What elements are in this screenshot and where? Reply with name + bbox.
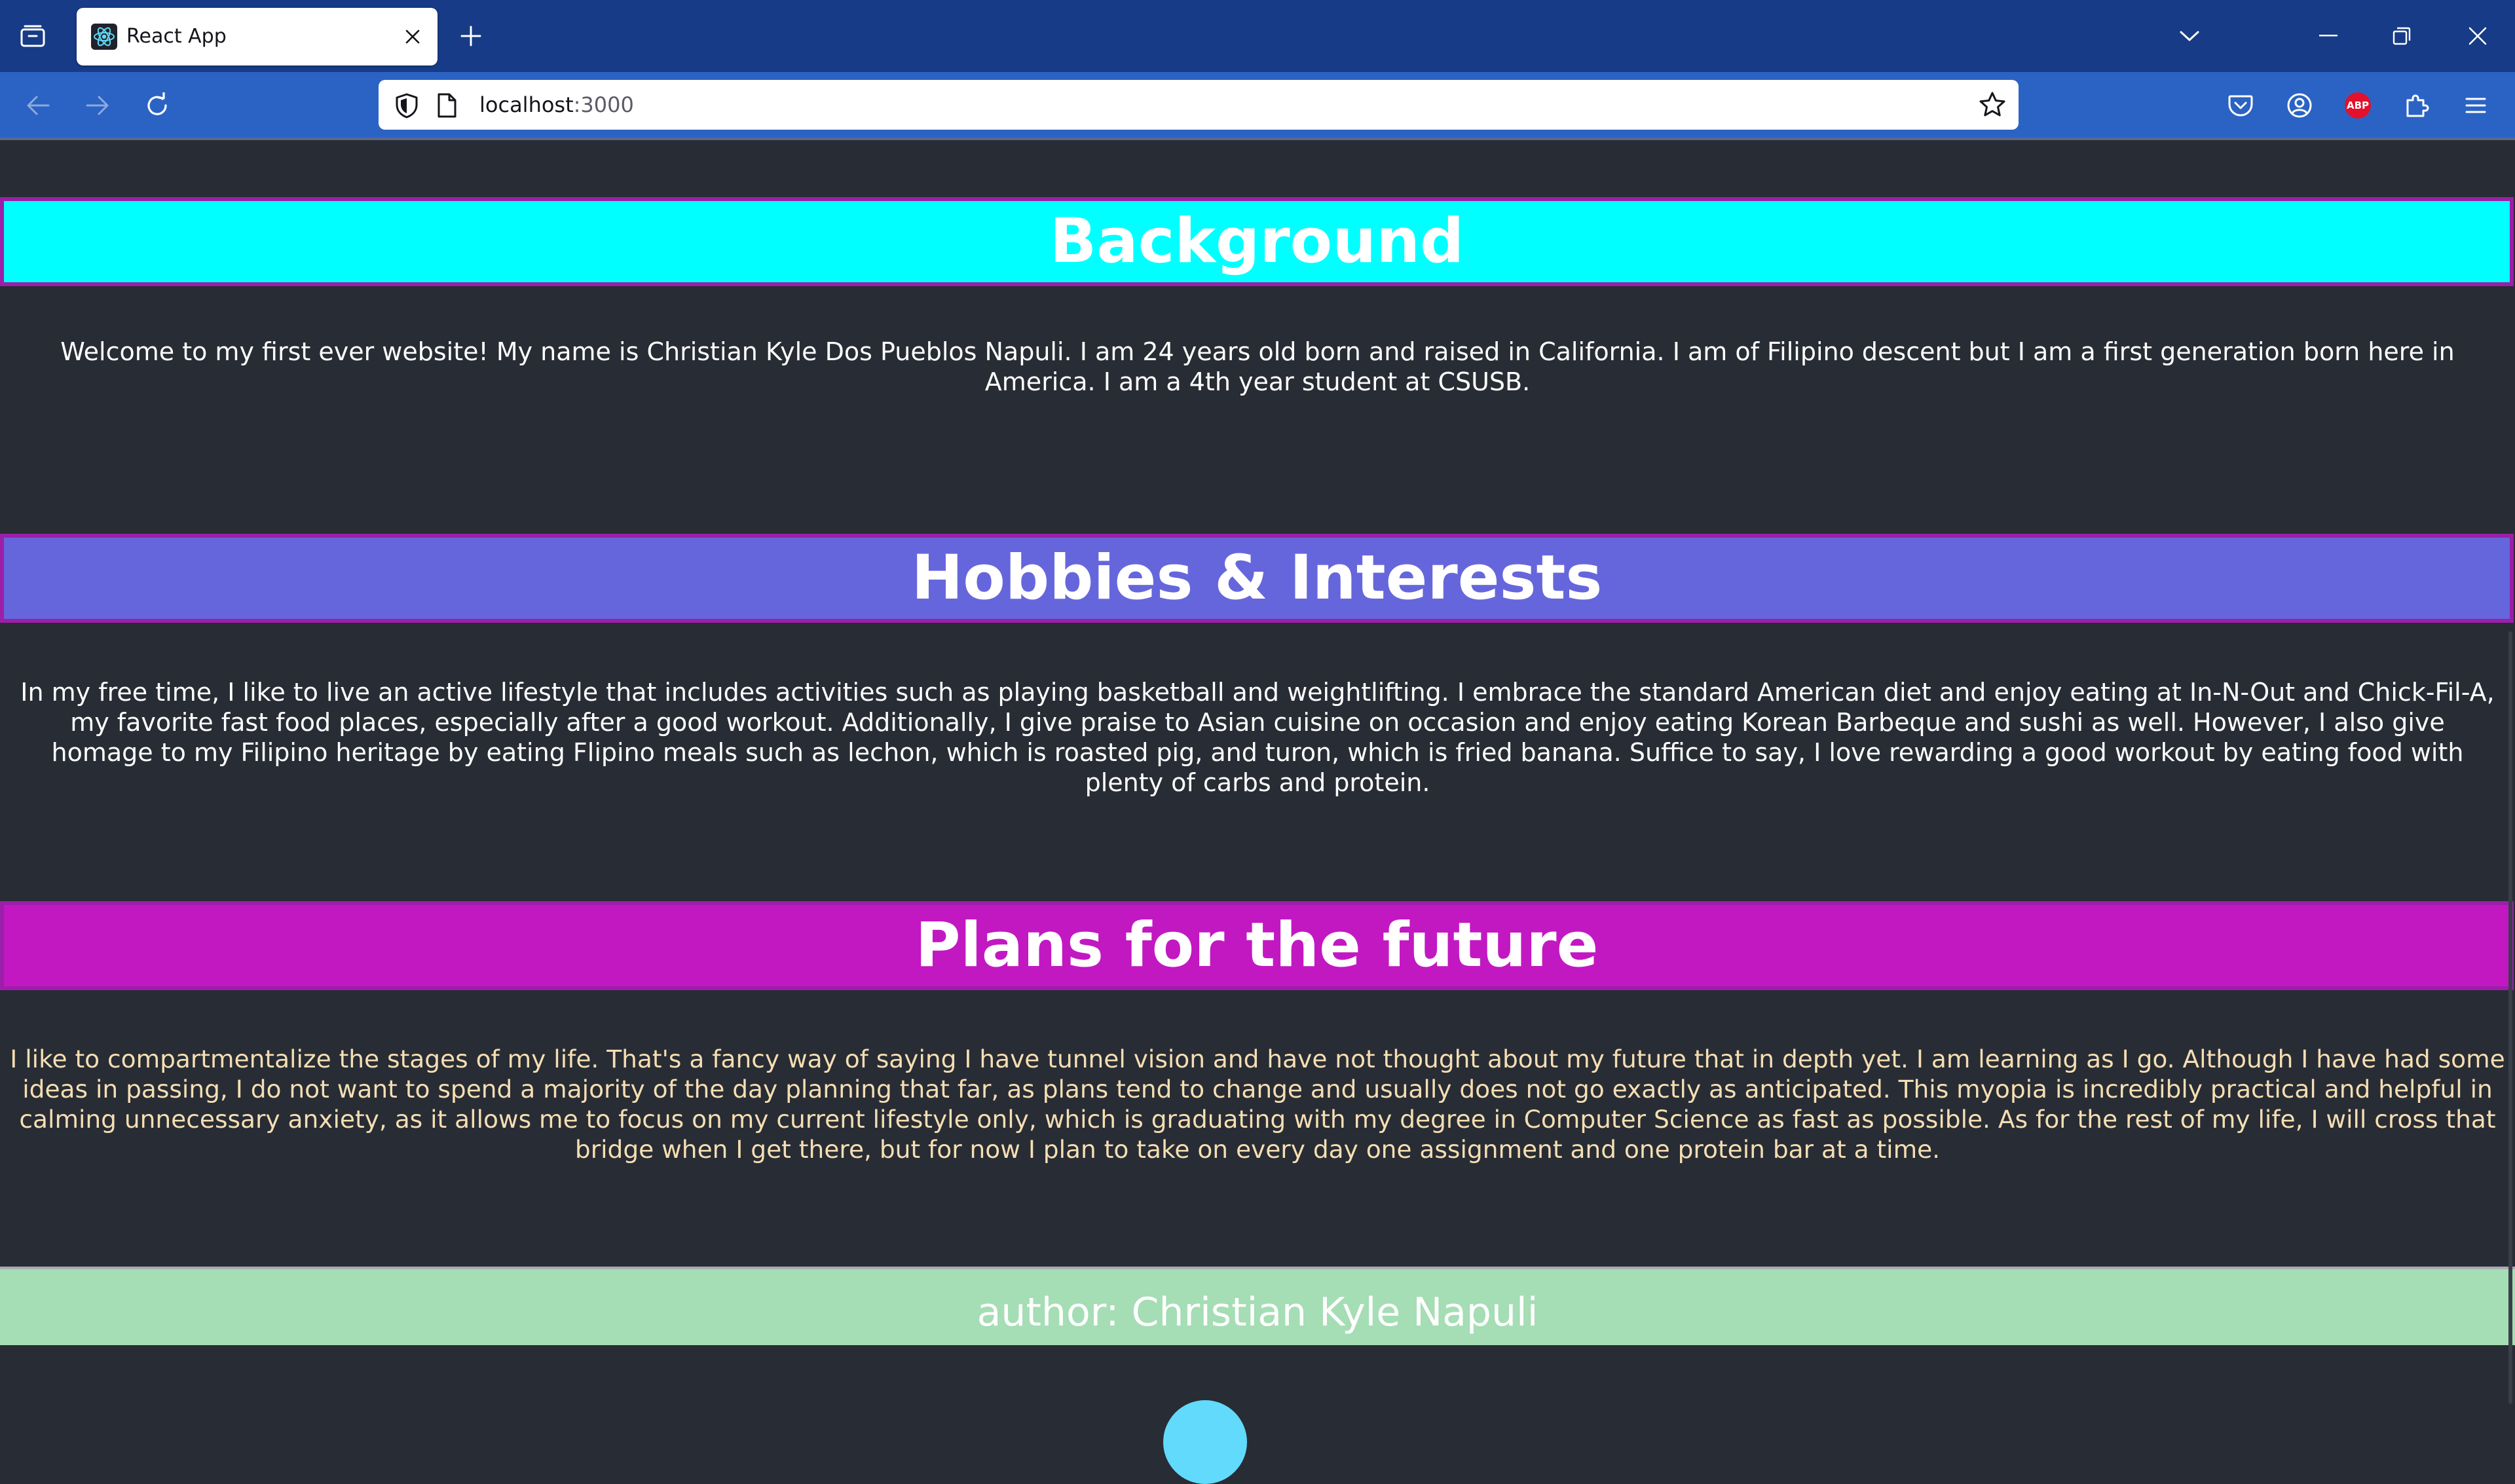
- background-text: Welcome to my first ever website! My nam…: [60, 337, 2455, 396]
- arrow-right-icon[interactable]: [80, 88, 115, 123]
- chevron-down-icon[interactable]: [2173, 20, 2206, 52]
- footer-author: author: Christian Kyle Napuli: [977, 1289, 1538, 1335]
- shield-icon[interactable]: [393, 92, 420, 119]
- url-host: localhost: [479, 92, 574, 117]
- future-plans-header: Plans for the future: [0, 901, 2514, 990]
- restore-window-icon[interactable]: [2385, 20, 2418, 52]
- url-text: localhost:3000: [479, 80, 634, 130]
- future-plans-heading: Plans for the future: [915, 910, 1599, 981]
- react-logo-icon: [91, 24, 117, 50]
- close-window-icon[interactable]: [2461, 20, 2494, 52]
- minimize-window-icon[interactable]: [2312, 20, 2345, 52]
- tab-bar: React App: [0, 0, 2515, 72]
- url-bar[interactable]: localhost:3000: [379, 80, 2019, 130]
- url-port: :3000: [573, 92, 634, 117]
- hobbies-header: Hobbies & Interests: [0, 534, 2514, 623]
- account-icon[interactable]: [2282, 88, 2317, 123]
- hobbies-text: In my free time, I like to live an activ…: [20, 678, 2495, 797]
- react-logo-icon: [1163, 1400, 1247, 1484]
- scrollbar[interactable]: [2508, 631, 2512, 1404]
- abp-icon[interactable]: ABP: [2340, 88, 2375, 123]
- abp-badge: ABP: [2345, 92, 2371, 119]
- pocket-icon[interactable]: [2223, 88, 2258, 123]
- future-plans-text: I like to compartmentalize the stages of…: [10, 1045, 2505, 1164]
- arrow-left-icon[interactable]: [20, 88, 56, 123]
- plus-icon[interactable]: [455, 20, 487, 52]
- background-heading: Background: [1049, 206, 1464, 277]
- star-icon[interactable]: [1978, 90, 2007, 119]
- background-header: Background: [0, 197, 2514, 286]
- page-content: Background Welcome to my first ever webs…: [0, 140, 2515, 1484]
- close-icon[interactable]: [398, 22, 427, 51]
- puzzle-icon[interactable]: [2399, 88, 2434, 123]
- tab-title: React App: [126, 25, 227, 48]
- page-icon[interactable]: [434, 92, 460, 119]
- browser-tab[interactable]: React App: [77, 8, 438, 65]
- footer: author: Christian Kyle Napuli: [0, 1267, 2515, 1345]
- hobbies-heading: Hobbies & Interests: [911, 542, 1603, 614]
- tab-overview-icon[interactable]: [16, 22, 50, 50]
- hamburger-menu-icon[interactable]: [2458, 88, 2493, 123]
- navigation-toolbar: localhost:3000 ABP: [0, 72, 2515, 138]
- reload-icon[interactable]: [140, 88, 175, 123]
